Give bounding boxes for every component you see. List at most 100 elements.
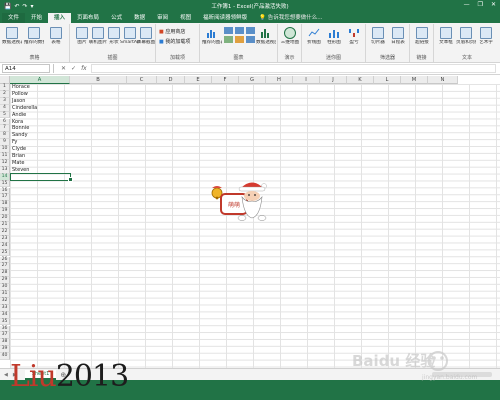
formula-input[interactable] [90, 64, 496, 73]
row-header-21[interactable]: 21 [0, 222, 10, 229]
column-header-f[interactable]: F [212, 76, 239, 84]
3d-map-button[interactable]: 三维地图 [280, 27, 300, 46]
column-header-e[interactable]: E [185, 76, 212, 84]
line-chart-icon[interactable] [224, 36, 233, 43]
redo-icon[interactable]: ↷ [23, 3, 28, 10]
column-header-c[interactable]: C [127, 76, 157, 84]
row-header-24[interactable]: 24 [0, 242, 10, 250]
select-all-corner[interactable] [0, 76, 10, 84]
tab-insert[interactable]: 插入 [48, 13, 72, 23]
row-header-23[interactable]: 23 [0, 235, 10, 243]
column-header-h[interactable]: H [266, 76, 293, 84]
row-header-33[interactable]: 33 [0, 304, 10, 312]
cell-a4[interactable]: Cinderella [11, 105, 69, 112]
slicer-button[interactable]: 切片器 [368, 27, 388, 46]
hyperlink-button[interactable]: 超链接 [412, 27, 432, 46]
row-header-5[interactable]: 5 [0, 111, 10, 119]
cell-a7[interactable]: Bonnie [11, 125, 69, 132]
row-header-34[interactable]: 34 [0, 311, 10, 319]
row-header-31[interactable]: 31 [0, 291, 10, 298]
cell-a11[interactable]: Brian [11, 153, 69, 160]
row-header-40[interactable]: 40 [0, 353, 10, 360]
bar-chart-icon[interactable] [246, 36, 255, 43]
close-button[interactable]: ✕ [491, 1, 496, 8]
cell-a6[interactable]: Kora [11, 119, 69, 126]
prev-sheet-icon[interactable]: ◀ [4, 372, 8, 378]
pie-chart-icon[interactable] [235, 36, 244, 43]
row-header-35[interactable]: 35 [0, 318, 10, 326]
row-header-11[interactable]: 11 [0, 153, 10, 160]
enter-icon[interactable]: ✓ [71, 65, 76, 72]
column-header-d[interactable]: D [157, 76, 185, 84]
cell-a3[interactable]: Jason [11, 98, 69, 105]
waterfall-chart-icon[interactable] [246, 27, 255, 34]
sparkline-column-button[interactable]: 柱形图 [324, 27, 344, 46]
row-header-14[interactable]: 14 [0, 173, 10, 181]
cell-a5[interactable]: Andie [11, 112, 69, 119]
insert-function-icon[interactable]: fx [81, 65, 87, 72]
row-header-4[interactable]: 4 [0, 104, 10, 112]
recommended-charts-button[interactable]: 推荐的图表 [202, 27, 222, 46]
row-header-25[interactable]: 25 [0, 249, 10, 257]
tab-home[interactable]: 开始 [25, 13, 48, 23]
cell-a10[interactable]: Clyde [11, 146, 69, 153]
wordart-button[interactable]: 艺术字 [476, 27, 496, 46]
row-header-3[interactable]: 3 [0, 97, 10, 105]
cell-a2[interactable]: Pollow [11, 91, 69, 98]
row-header-30[interactable]: 30 [0, 284, 10, 291]
customize-qat-icon[interactable]: ▾ [31, 3, 34, 10]
column-header-g[interactable]: G [239, 76, 266, 84]
store-button[interactable]: ■ 应用商店 [159, 28, 185, 35]
cell-a9[interactable]: Fy [11, 139, 69, 146]
row-header-13[interactable]: 13 [0, 166, 10, 174]
pivotchart-button[interactable]: 数据透视图 [256, 27, 276, 46]
tab-review[interactable]: 审阅 [151, 13, 174, 23]
recommended-pivot-button[interactable]: 推荐的数据透视表 [24, 27, 44, 46]
row-header-22[interactable]: 22 [0, 228, 10, 236]
row-header-2[interactable]: 2 [0, 90, 10, 98]
row-header-10[interactable]: 10 [0, 146, 10, 153]
minimize-button[interactable]: — [464, 1, 470, 8]
cell-a1[interactable]: Horace [11, 84, 69, 91]
column-chart-icon[interactable] [224, 27, 233, 34]
active-cell-selection[interactable] [10, 173, 73, 183]
tab-view[interactable]: 视图 [174, 13, 197, 23]
row-header-15[interactable]: 15 [0, 180, 10, 188]
column-header-b[interactable]: B [70, 76, 127, 84]
column-header-a[interactable]: A [10, 76, 70, 84]
name-box[interactable]: A14 [2, 64, 50, 73]
restore-button[interactable]: ❐ [478, 1, 483, 8]
tab-file[interactable]: 文件 [2, 13, 26, 23]
my-addins-button[interactable]: ■ 我的加载项 [159, 38, 190, 45]
santa-sticker-picture[interactable]: 萌萌 [208, 178, 272, 228]
timeline-button[interactable]: 日程表 [388, 27, 408, 46]
pivottable-button[interactable]: 数据透视表 [2, 27, 22, 46]
column-header-k[interactable]: K [347, 76, 374, 84]
column-header-n[interactable]: N [428, 76, 458, 84]
column-header-l[interactable]: L [374, 76, 401, 84]
header-footer-button[interactable]: 页眉和页脚 [456, 27, 476, 46]
tab-formulas[interactable]: 公式 [105, 13, 128, 23]
tab-data[interactable]: 数据 [128, 13, 151, 23]
save-icon[interactable]: 💾 [4, 3, 11, 10]
row-header-12[interactable]: 12 [0, 159, 10, 167]
textbox-button[interactable]: 文本框 [436, 27, 456, 46]
row-header-20[interactable]: 20 [0, 215, 10, 222]
row-header-32[interactable]: 32 [0, 297, 10, 305]
hierarchy-chart-icon[interactable] [235, 27, 244, 34]
tab-foxit[interactable]: 福昕阅读器领鲜版 [197, 13, 253, 23]
column-header-i[interactable]: I [293, 76, 320, 84]
sparkline-line-button[interactable]: 折线图 [304, 27, 324, 46]
screenshot-button[interactable]: 屏幕截图 [136, 27, 156, 46]
tab-page-layout[interactable]: 页面布局 [71, 13, 105, 23]
column-header-m[interactable]: M [401, 76, 428, 84]
cell-a8[interactable]: Sandy [11, 132, 69, 139]
column-header-j[interactable]: J [320, 76, 347, 84]
cell-a12[interactable]: Mate [11, 160, 69, 167]
cancel-icon[interactable]: ✕ [61, 65, 66, 72]
table-button[interactable]: 表格 [46, 27, 66, 46]
tell-me-box[interactable]: 💡 告诉我您想要做什么... [253, 13, 322, 23]
sparkline-winloss-button[interactable]: 盈亏 [344, 27, 364, 46]
row-header-1[interactable]: 1 [0, 84, 10, 91]
undo-icon[interactable]: ↶ [14, 3, 19, 10]
